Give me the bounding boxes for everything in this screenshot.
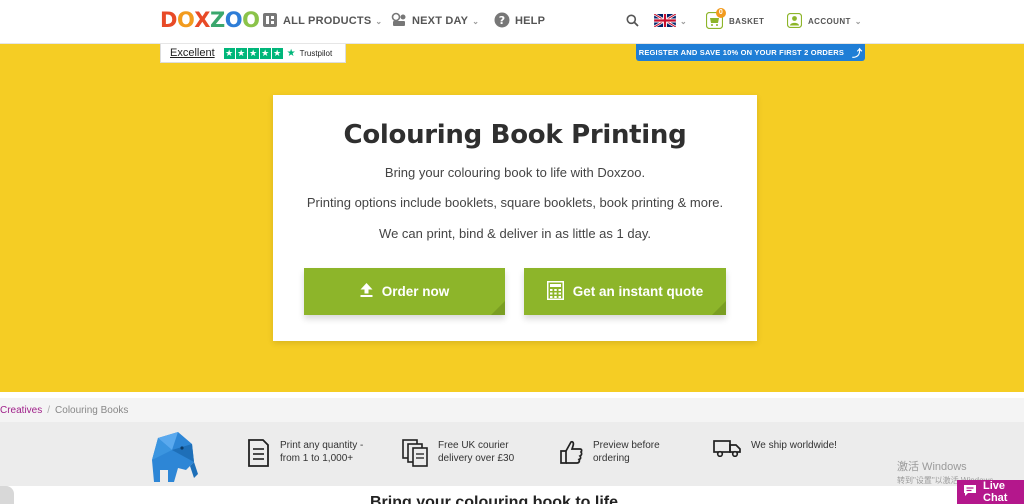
trustpilot-star-icon: ★ [223,47,235,59]
copies-icon [402,439,428,471]
nav-next-day-label: NEXT DAY [412,15,469,27]
page-title: Colouring Book Printing [343,120,687,150]
breadcrumb-link-creatives[interactable]: Creatives [0,405,42,416]
breadcrumb-separator: / [47,404,51,416]
products-icon [262,12,278,31]
upload-icon [360,283,373,300]
hero-card: Colouring Book Printing Bring your colou… [273,95,757,341]
order-now-label: Order now [381,284,450,299]
feature-text-line-2: from 1 to 1,000+ [280,453,354,464]
feature-text-line-1: Print any quantity - [280,440,364,451]
arrow-up-right-icon: ⤴ [852,49,863,60]
live-chat-button[interactable]: Live Chat [957,480,1024,504]
trustpilot-widget[interactable]: Excellent ★ ★ ★ ★ ★ ★ Trustpilot [160,44,346,63]
breadcrumb: Creatives / Colouring Books [0,398,1024,422]
feature-text-line-1: Free UK courier [438,440,509,451]
basket-count-badge: 0 [716,7,726,18]
hero-line-1: Bring your colouring book to life with D… [384,165,646,180]
register-banner-text: REGISTER AND SAVE 10% ON YOUR FIRST 2 OR… [638,48,845,57]
search-icon [626,14,639,29]
trustpilot-star-icon: ★ [286,47,296,59]
logo-letter: D [160,8,177,32]
order-now-button[interactable]: Order now [304,268,505,315]
nav-help-label: HELP [515,15,546,27]
logo-letter: Z [210,8,225,32]
svg-text:?: ? [499,14,506,27]
register-banner[interactable]: REGISTER AND SAVE 10% ON YOUR FIRST 2 OR… [636,44,865,61]
nav-all-products[interactable]: ALL PRODUCTS ⌄ [262,12,382,30]
chat-bubble-icon [963,484,977,500]
feature-ship-worldwide: We ship worldwide! [713,439,837,461]
nav-next-day[interactable]: NEXT DAY ⌄ [391,12,479,30]
instant-quote-button[interactable]: Get an instant quote [524,268,726,315]
logo-letter: O [224,8,243,32]
instant-quote-label: Get an instant quote [572,284,704,299]
basket-button[interactable]: 0 BASKET [705,7,765,31]
trustpilot-star-icon: ★ [259,47,271,59]
doxzoo-logo[interactable]: DOXZOO [160,8,260,32]
feature-free-delivery: Free UK courier delivery over £30 [402,439,514,471]
feature-text-line-1: We ship worldwide! [751,440,837,451]
settings-tab[interactable] [0,486,14,504]
features-strip: Print any quantity - from 1 to 1,000+ Fr… [0,422,1024,486]
feature-any-quantity: Print any quantity - from 1 to 1,000+ [246,439,363,471]
logo-letter: X [194,8,210,32]
thumbs-up-icon [559,439,583,469]
document-list-icon [246,439,270,471]
chevron-down-icon: ⌄ [375,16,383,26]
logo-letter: O [242,8,260,32]
site-header: DOXZOO ALL PRODUCTS ⌄ NEXT DAY ⌄ ? HELP … [0,0,1024,44]
trustpilot-brand: Trustpilot [299,48,333,58]
trustpilot-star-icon: ★ [235,47,247,59]
breadcrumb-current: Colouring Books [55,404,129,416]
trustpilot-stars: ★ ★ ★ ★ ★ [223,47,284,59]
account-label: ACCOUNT [808,16,851,26]
uk-flag-icon [653,12,677,29]
nav-help[interactable]: ? HELP [494,12,545,30]
basket-icon: 0 [705,7,726,31]
elephant-mascot-icon [148,430,198,491]
hero-line-2: Printing options include booklets, squar… [306,195,724,210]
feature-text-line-1: Preview before [593,440,660,451]
next-day-icon [391,12,407,31]
account-menu[interactable]: ACCOUNT ⌄ [786,11,862,31]
chevron-down-icon: ⌄ [472,16,480,26]
trustpilot-star-icon: ★ [271,47,283,59]
language-selector[interactable]: ⌄ [653,11,688,31]
calculator-icon [546,280,564,303]
nav-all-products-label: ALL PRODUCTS [283,15,372,27]
delivery-truck-icon [713,439,741,461]
help-icon: ? [494,12,510,31]
chevron-down-icon: ⌄ [854,16,862,26]
watermark-line-1: 激活 Windows [897,461,967,473]
feature-preview: Preview before ordering [559,439,660,469]
basket-label: BASKET [729,16,765,26]
live-chat-label: Live Chat [983,480,1008,504]
trustpilot-star-icon: ★ [247,47,259,59]
feature-text-line-2: delivery over £30 [438,453,515,464]
trustpilot-rating-text: Excellent [170,47,215,59]
logo-letter: O [176,8,195,32]
account-icon [786,12,803,30]
search-button[interactable] [626,11,639,31]
hero-line-3: We can print, bind & deliver in as littl… [379,226,651,241]
chevron-down-icon: ⌄ [680,16,688,26]
feature-text-line-2: ordering [593,453,630,464]
section-heading: Bring your colouring book to life [370,494,618,504]
